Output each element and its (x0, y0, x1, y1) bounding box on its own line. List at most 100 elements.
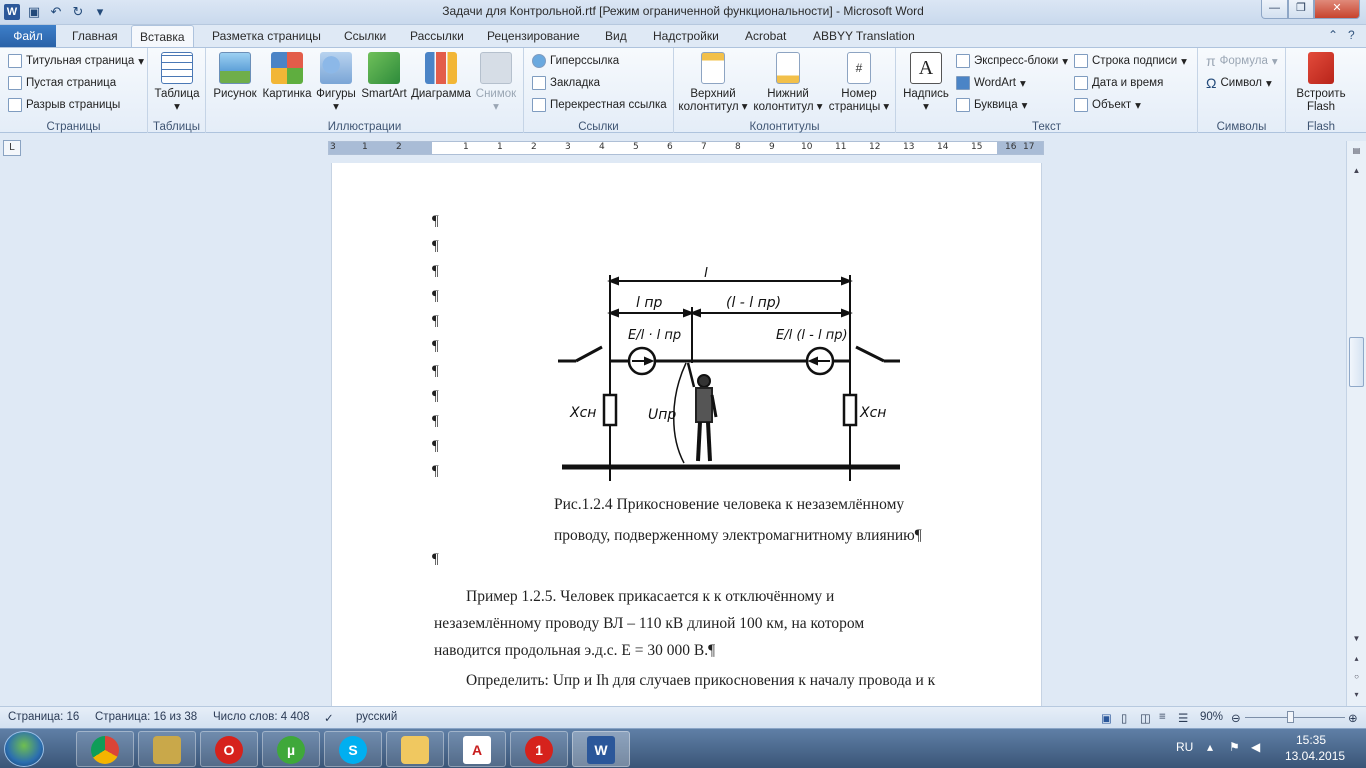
object-icon (1074, 98, 1088, 112)
hyperlink-button[interactable]: Гиперссылка (532, 52, 619, 70)
status-language[interactable]: русский (356, 711, 397, 723)
figure-touch-ungrounded-wire[interactable]: l l пр (l - l пр) E/l · l пр E/l (l - l … (554, 267, 904, 481)
vertical-scrollbar[interactable]: ▤ ▲ ▼ ▴ ○ ▾ (1346, 141, 1366, 706)
smartart-button[interactable]: SmartArt (360, 52, 408, 101)
minimize-button[interactable]: — (1261, 0, 1288, 19)
cross-reference-button[interactable]: Перекрестная ссылка (532, 96, 667, 114)
ruler-tick: 7 (701, 142, 707, 152)
tab-view[interactable]: Вид (597, 25, 635, 47)
spellcheck-icon[interactable]: ✓ (324, 711, 334, 725)
close-button[interactable]: ✕ (1314, 0, 1360, 19)
example-line-3: наводится продольная э.д.с. E = 30 000 В… (434, 642, 716, 659)
header-button[interactable]: Верхний колонтитул ▾ (678, 52, 748, 114)
view-print-layout-icon[interactable]: ▣ (1101, 711, 1112, 725)
zoom-out-icon[interactable]: ⊖ (1231, 711, 1241, 725)
utorrent-icon: µ (277, 736, 305, 764)
browse-object-icon[interactable]: ○ (1349, 669, 1364, 684)
shapes-button[interactable]: Фигуры ▾ (314, 52, 358, 114)
start-button[interactable] (4, 731, 44, 767)
document-page[interactable]: ¶ ¶ ¶ ¶ ¶ ¶ ¶ ¶ ¶ ¶ ¶ l l пр (l - l пр) … (331, 163, 1042, 706)
clipart-button[interactable]: Картинка (262, 52, 312, 101)
blank-page-icon (8, 76, 22, 90)
tab-selector-button[interactable]: L (3, 140, 21, 156)
tab-page-layout[interactable]: Разметка страницы (204, 25, 329, 47)
clock-time[interactable]: 15:35 (1296, 733, 1326, 747)
wordart-button[interactable]: WordArt ▾ (956, 74, 1026, 92)
view-web-icon[interactable]: ◫ (1140, 711, 1151, 725)
symbol-button[interactable]: Ω Символ ▾ (1206, 74, 1272, 92)
tab-review[interactable]: Рецензирование (479, 25, 588, 47)
paragraph-mark: ¶ (432, 388, 439, 404)
status-word-count[interactable]: Число слов: 4 408 (213, 711, 310, 723)
paragraph-mark: ¶ (432, 263, 439, 279)
page-number-button[interactable]: # Номер страницы ▾ (826, 52, 892, 114)
signature-line-button[interactable]: Строка подписи ▾ (1074, 52, 1187, 70)
minimize-ribbon-icon[interactable]: ⌃ (1328, 28, 1338, 42)
chart-button[interactable]: Диаграмма (410, 52, 472, 101)
view-ruler-icon[interactable]: ▤ (1349, 143, 1364, 158)
tray-flag-icon[interactable]: ⚑ (1229, 740, 1240, 754)
taskbar-word[interactable]: W (572, 731, 630, 767)
system-tray: RU ▴ ⚑ ◀ 15:35 13.04.2015 (1165, 729, 1365, 768)
taskbar-tool[interactable] (138, 731, 196, 767)
maximize-button[interactable]: ❐ (1288, 0, 1314, 19)
taskbar-acrobat[interactable]: A (448, 731, 506, 767)
taskbar-opera[interactable]: O (200, 731, 258, 767)
prev-page-icon[interactable]: ▴ (1349, 651, 1364, 666)
tray-volume-icon[interactable]: ◀ (1251, 740, 1260, 754)
zoom-slider-thumb[interactable] (1287, 711, 1294, 723)
tab-addins[interactable]: Надстройки (645, 25, 727, 47)
cover-page-button[interactable]: Титульная страница ▾ (8, 52, 144, 70)
tab-insert[interactable]: Вставка (131, 25, 194, 47)
tab-home[interactable]: Главная (64, 25, 126, 47)
clock-date[interactable]: 13.04.2015 (1285, 749, 1345, 763)
tab-file[interactable]: Файл (0, 25, 56, 47)
date-time-button[interactable]: Дата и время (1074, 74, 1163, 92)
taskbar-skype[interactable]: S (324, 731, 382, 767)
status-page[interactable]: Страница: 16 (8, 711, 79, 723)
screenshot-button[interactable]: Снимок ▾ (472, 52, 520, 114)
scrollbar-thumb[interactable] (1349, 337, 1364, 387)
view-draft-icon[interactable]: ☰ (1178, 711, 1188, 725)
textbox-button[interactable]: A Надпись ▾ (900, 52, 952, 114)
zoom-slider[interactable] (1245, 717, 1345, 718)
horizontal-ruler[interactable]: 3 1 2 1 1 2 3 4 5 6 7 8 9 10 11 12 13 14… (328, 141, 1044, 155)
shapes-icon (320, 52, 352, 84)
language-indicator[interactable]: RU (1176, 740, 1193, 754)
tab-acrobat[interactable]: Acrobat (737, 25, 794, 47)
view-outline-icon[interactable]: ≡ (1159, 711, 1166, 723)
picture-button[interactable]: Рисунок (210, 52, 260, 101)
omega-icon: Ω (1206, 75, 1217, 91)
scroll-up-icon[interactable]: ▲ (1349, 163, 1364, 178)
taskbar-app[interactable]: 1 (510, 731, 568, 767)
help-icon[interactable]: ? (1348, 28, 1355, 42)
scroll-down-icon[interactable]: ▼ (1349, 631, 1364, 646)
ruler-tick: 4 (599, 142, 605, 152)
embed-flash-button[interactable]: Встроить Flash (1292, 52, 1350, 114)
tab-references[interactable]: Ссылки (336, 25, 394, 47)
status-page-of[interactable]: Страница: 16 из 38 (95, 711, 197, 723)
group-links: Гиперссылка Закладка Перекрестная ссылка… (524, 48, 674, 134)
equation-button[interactable]: π Формула ▾ (1206, 52, 1278, 70)
footer-button[interactable]: Нижний колонтитул ▾ (752, 52, 824, 114)
bookmark-button[interactable]: Закладка (532, 74, 600, 92)
next-page-icon[interactable]: ▾ (1349, 687, 1364, 702)
drop-cap-button[interactable]: Буквица ▾ (956, 96, 1027, 114)
tab-mailings[interactable]: Рассылки (402, 25, 472, 47)
tab-abbyy[interactable]: ABBYY Translation (805, 25, 923, 47)
zoom-in-icon[interactable]: ⊕ (1348, 711, 1358, 725)
tray-expand-icon[interactable]: ▴ (1207, 740, 1213, 754)
view-reading-icon[interactable]: ▯ (1121, 711, 1127, 725)
object-button[interactable]: Объект ▾ (1074, 96, 1141, 114)
page-break-button[interactable]: Разрыв страницы (8, 96, 120, 114)
zoom-level[interactable]: 90% (1200, 711, 1223, 723)
blank-page-button[interactable]: Пустая страница (8, 74, 116, 92)
taskbar-utorrent[interactable]: µ (262, 731, 320, 767)
table-button[interactable]: Таблица ▾ (154, 52, 200, 114)
paragraph-mark: ¶ (432, 213, 439, 229)
quick-parts-button[interactable]: Экспресс-блоки ▾ (956, 52, 1068, 70)
paragraph-mark: ¶ (432, 551, 439, 567)
taskbar-explorer[interactable] (386, 731, 444, 767)
taskbar-chrome[interactable] (76, 731, 134, 767)
table-icon (161, 52, 193, 84)
